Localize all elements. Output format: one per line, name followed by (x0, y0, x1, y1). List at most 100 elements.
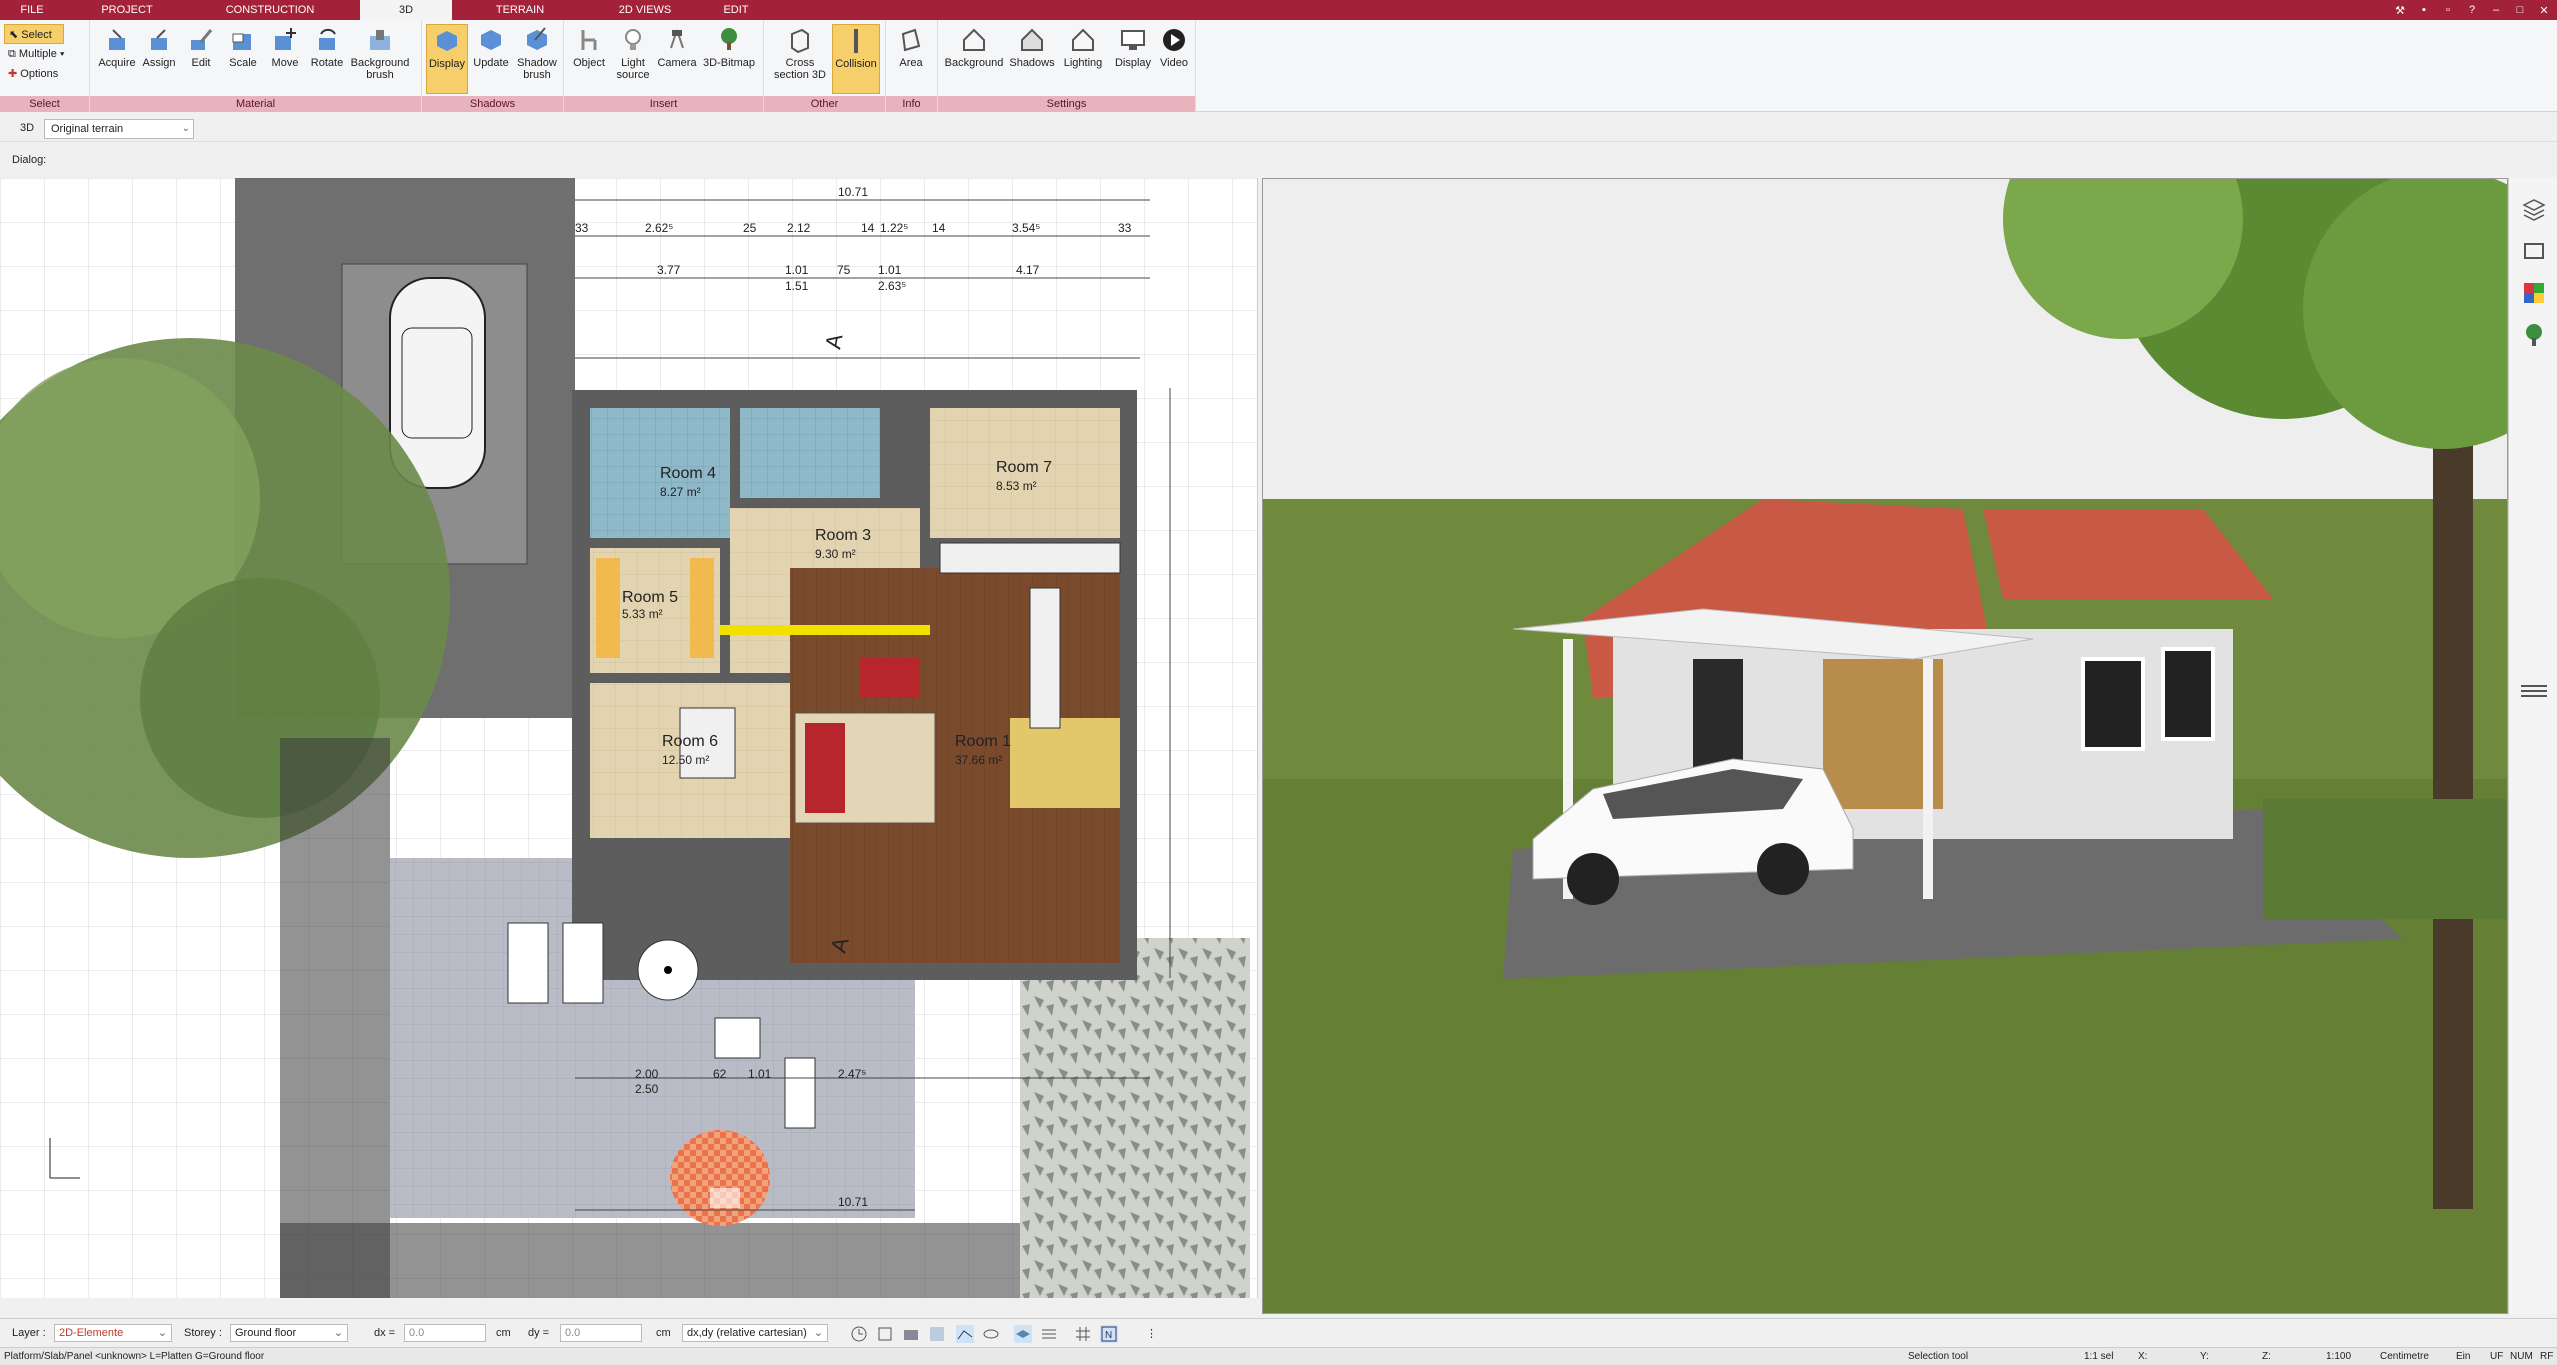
tab-edit[interactable]: EDIT (716, 0, 756, 20)
panel-toggle-icon[interactable] (2517, 678, 2551, 704)
materials-icon[interactable] (2521, 280, 2547, 306)
clock-icon[interactable] (850, 1325, 868, 1343)
background-button[interactable]: Background (944, 24, 1004, 94)
tools-icon[interactable]: ⚒ (2393, 4, 2407, 17)
update-label: Update (473, 57, 509, 69)
status-bar: Platform/Slab/Panel <unknown> L=Platten … (0, 1347, 2557, 1365)
more-icon[interactable]: ⋮ (1146, 1327, 1157, 1340)
restore-small-icon[interactable]: ▫ (2441, 4, 2455, 16)
chair-terrace (784, 1057, 816, 1129)
minimize-icon[interactable]: – (2489, 4, 2503, 16)
background-brush-button[interactable]: Background brush (348, 24, 412, 94)
dy-value: 0.0 (565, 1327, 581, 1339)
tab-terrain[interactable]: TERRAIN (490, 0, 550, 20)
n-icon[interactable]: N (1100, 1325, 1118, 1343)
dim-label: 62 (713, 1067, 727, 1081)
assign-button[interactable]: Assign (138, 24, 180, 94)
dx-input[interactable]: 0.0 (404, 1324, 486, 1342)
tab-construction[interactable]: CONSTRUCTION (220, 0, 320, 20)
scale-button[interactable]: Scale (222, 24, 264, 94)
group-label-settings: Settings (938, 96, 1195, 112)
room-name: Room 7 (996, 459, 1052, 476)
dx-value: 0.0 (409, 1327, 425, 1339)
lighting-button[interactable]: Lighting (1058, 24, 1108, 94)
object-button[interactable]: Object (568, 24, 610, 94)
collision-button[interactable]: Collision (832, 24, 880, 94)
move-button[interactable]: Move (264, 24, 306, 94)
acquire-button[interactable]: Acquire (96, 24, 138, 94)
display-shadows-button[interactable]: Display (426, 24, 468, 94)
display-settings-button[interactable]: Display (1110, 24, 1156, 94)
shadows-settings-button[interactable]: Shadows (1008, 24, 1056, 94)
dim-label: 2.63⁵ (878, 279, 906, 293)
tab-project[interactable]: PROJECT (96, 0, 158, 20)
room-area: 8.53 m² (996, 479, 1037, 493)
floor-plan-canvas[interactable]: 10.71 33 2.62⁵ 25 2.12 14 1.22⁵ 14 3.54⁵… (0, 178, 1258, 1298)
multiple-dropdown[interactable]: ⧉ Multiple ▾ (4, 44, 88, 64)
light-source-button[interactable]: Light source (612, 24, 654, 94)
dim-label: 2.62⁵ (645, 221, 673, 235)
help-icon[interactable]: ? (2465, 4, 2479, 16)
layer-select[interactable]: 2D-Elemente ⌄ (54, 1324, 172, 1342)
ribbon-group-select: ⬉ Select ⧉ Multiple ▾ ✚ Options Select (0, 20, 90, 112)
coord-mode-select[interactable]: dx,dy (relative cartesian) ⌄ (682, 1324, 828, 1342)
tab-2d-views[interactable]: 2D VIEWS (612, 0, 678, 20)
room-area: 8.27 m² (660, 485, 701, 499)
plants-icon[interactable] (2521, 322, 2547, 348)
rotate-button[interactable]: Rotate (306, 24, 348, 94)
area-button[interactable]: Area (890, 24, 932, 94)
maximize-icon[interactable]: □ (2513, 4, 2527, 16)
window-controls: ⚒ ▪ ▫ ? – □ ✕ (2393, 0, 2551, 20)
highlight-wall[interactable] (720, 625, 930, 635)
3d-bitmap-button[interactable]: 3D-Bitmap (700, 24, 758, 94)
cross-section-3d-button[interactable]: Cross section 3D (772, 24, 828, 94)
floor-plan-view[interactable]: 10.71 33 2.62⁵ 25 2.12 14 1.22⁵ 14 3.54⁵… (0, 178, 1258, 1298)
dy-input[interactable]: 0.0 (560, 1324, 642, 1342)
edit-material-button[interactable]: Edit (180, 24, 222, 94)
tab-file[interactable]: FILE (10, 0, 54, 20)
coord-mode-value: dx,dy (relative cartesian) (687, 1327, 807, 1339)
bath-floor[interactable] (740, 408, 880, 498)
3d-view[interactable] (1262, 178, 2508, 1314)
close-icon[interactable]: ✕ (2537, 4, 2551, 17)
dim-label: 14 (861, 221, 875, 235)
camera-small-icon[interactable] (902, 1325, 920, 1343)
dim-label: 1.51 (785, 279, 809, 293)
snap-icon[interactable] (876, 1325, 894, 1343)
ribbon-group-info: Area Info (886, 20, 938, 112)
storey-select[interactable]: Ground floor ⌄ (230, 1324, 348, 1342)
sunlounger-2 (562, 922, 604, 1004)
chevron-down-icon: ⌄ (813, 1327, 823, 1339)
camera-button[interactable]: Camera (656, 24, 698, 94)
shadow-brush-button[interactable]: Shadow brush (514, 24, 560, 94)
path-icon[interactable] (956, 1325, 974, 1343)
select-button[interactable]: ⬉ Select (4, 24, 64, 44)
dialog-bar: Dialog: (0, 148, 2557, 172)
layer-bar: Layer : 2D-Elemente ⌄ Storey : Ground fl… (0, 1318, 2557, 1346)
room-name: Room 4 (660, 465, 716, 482)
layers-icon[interactable] (2521, 196, 2547, 222)
room-name: Room 1 (955, 733, 1011, 750)
tree-bitmap-icon (721, 28, 737, 50)
lines-icon[interactable] (1040, 1325, 1058, 1343)
grid-snap-icon[interactable] (928, 1325, 946, 1343)
group-label-insert: Insert (564, 96, 763, 112)
dim-label: 1.01 (878, 263, 902, 277)
camera-label: Camera (657, 57, 697, 69)
house-shadows-icon (1021, 28, 1043, 51)
layers-small-icon[interactable] (1014, 1325, 1032, 1343)
grid-icon[interactable] (1074, 1325, 1092, 1343)
video-button[interactable]: Video (1154, 24, 1194, 94)
multiple-label: Multiple (18, 48, 57, 60)
furniture-catalog-icon[interactable] (2521, 238, 2547, 264)
eye-icon[interactable] (982, 1325, 1000, 1343)
play-icon (1163, 29, 1185, 51)
options-button[interactable]: ✚ Options (4, 64, 88, 84)
3d-scene[interactable] (1263, 179, 2508, 1314)
update-shadows-button[interactable]: Update (470, 24, 512, 94)
tab-3d[interactable]: 3D (360, 0, 452, 20)
folder-icon[interactable]: ▪ (2417, 4, 2431, 16)
camera-icon (670, 29, 684, 49)
app-window: FILE PROJECT CONSTRUCTION 3D TERRAIN 2D … (0, 0, 2557, 1365)
terrain-select[interactable]: Original terrain ⌄ (44, 119, 194, 139)
